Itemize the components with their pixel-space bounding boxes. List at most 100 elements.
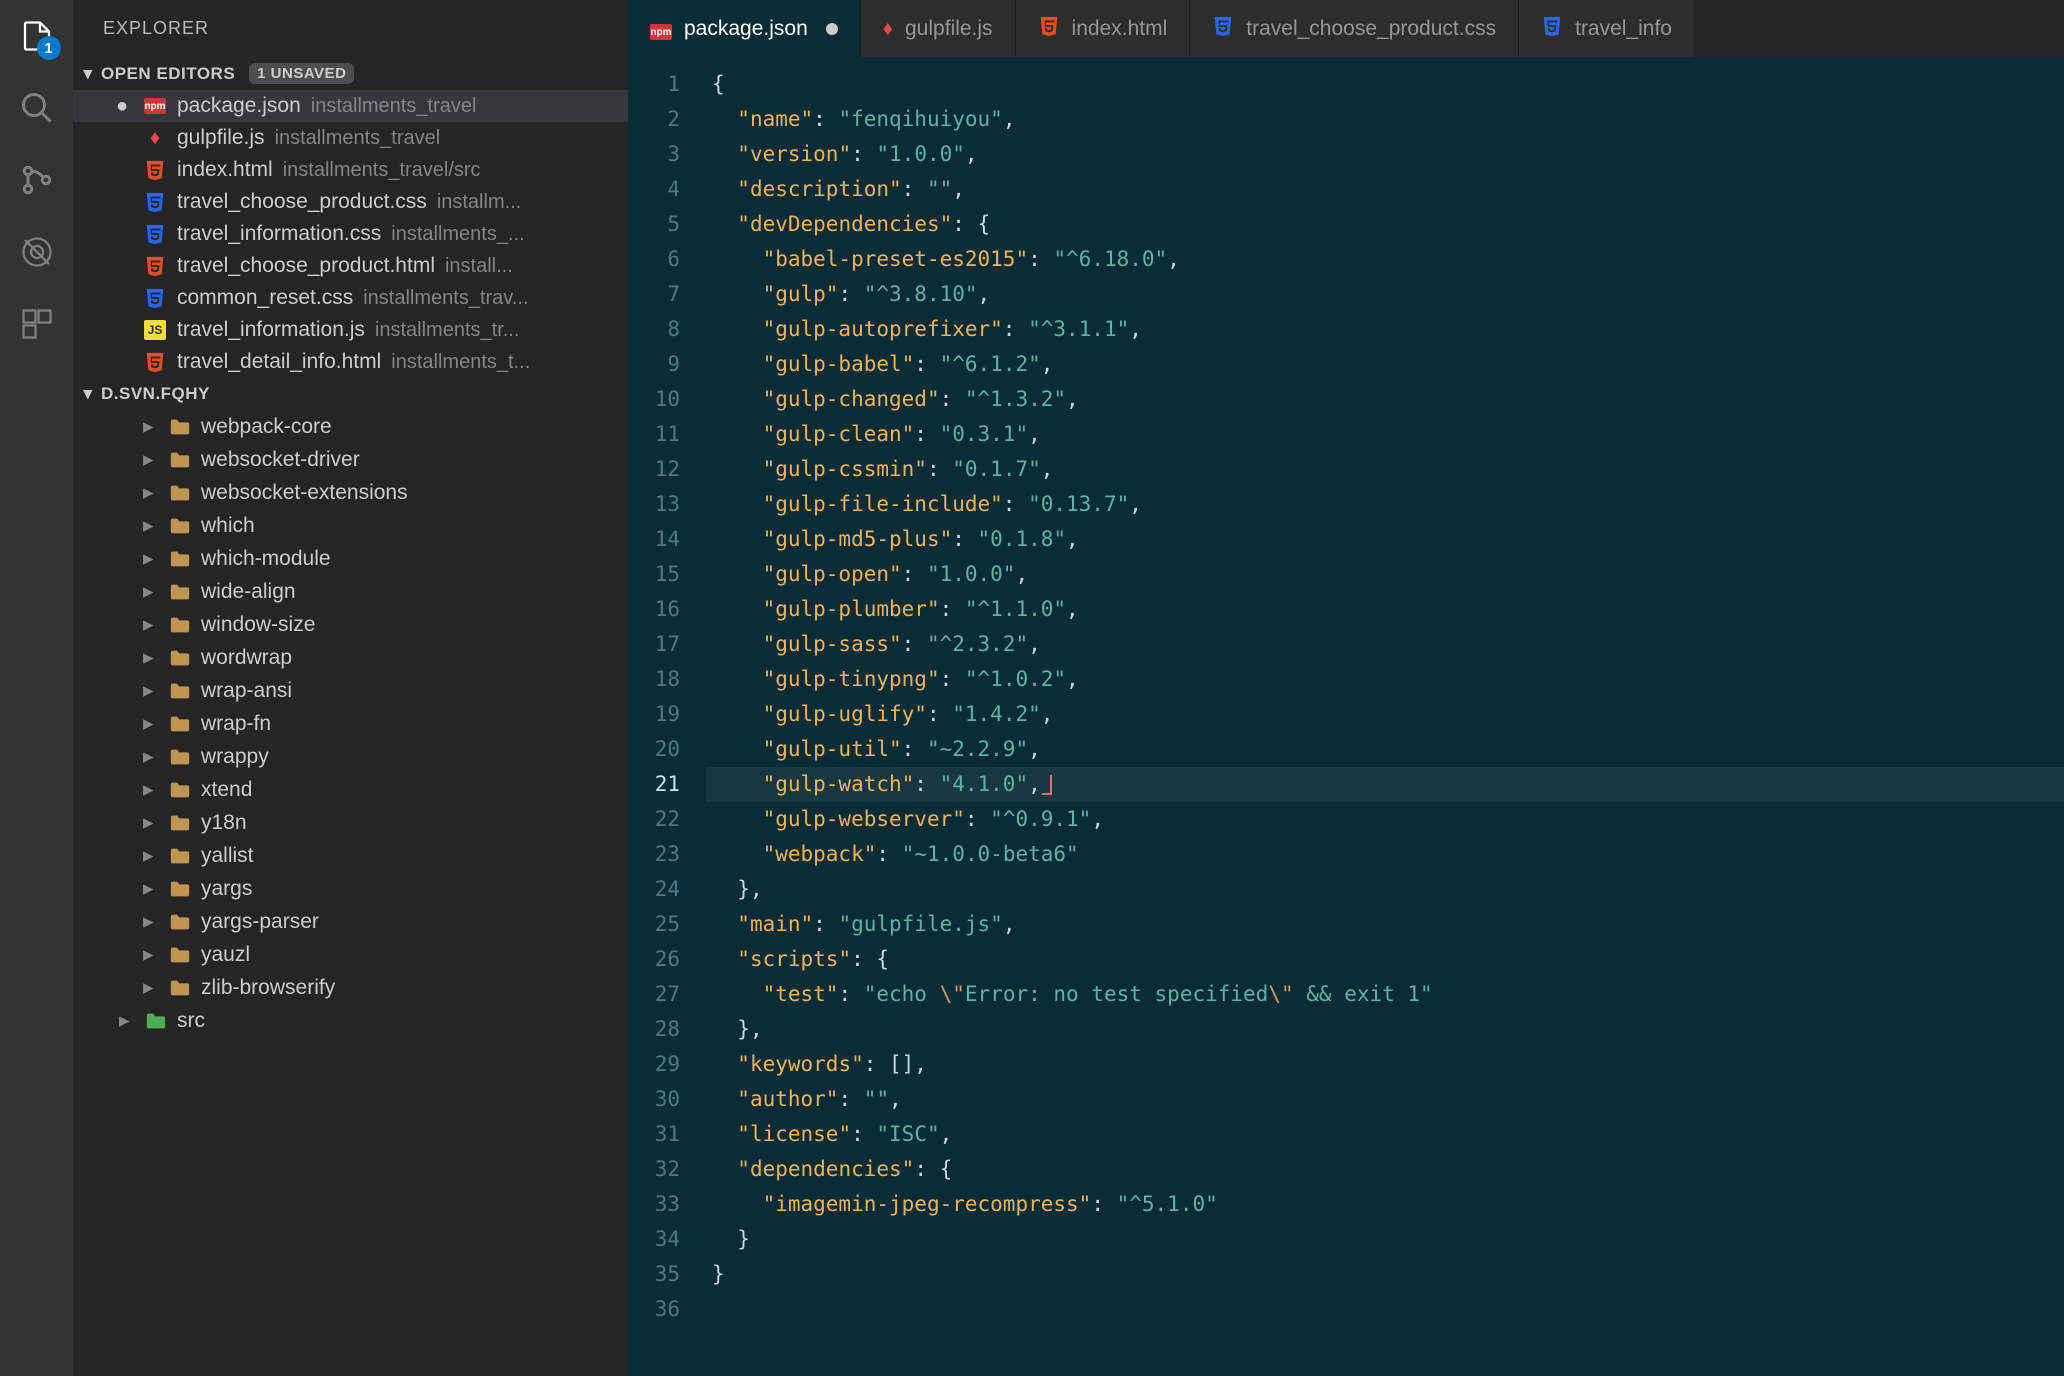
token-punc: : (914, 352, 939, 376)
token-key: "gulp-util" (763, 737, 902, 761)
folder-item[interactable]: ▸wrappy (73, 740, 628, 773)
unsaved-badge: 1 UNSAVED (249, 63, 354, 84)
folder-item[interactable]: ▸wrap-ansi (73, 674, 628, 707)
code-line[interactable]: "test": "echo \"Error: no test specified… (706, 977, 2064, 1012)
code-line[interactable]: } (706, 1222, 2064, 1257)
folder-item[interactable]: ▸xtend (73, 773, 628, 806)
token-key: "webpack" (763, 842, 877, 866)
token-punc: : (851, 1122, 876, 1146)
open-editor-item[interactable]: ♦gulpfile.jsinstallments_travel (73, 122, 628, 154)
code-line[interactable]: "gulp-util": "~2.2.9", (706, 732, 2064, 767)
code-line[interactable]: { (706, 67, 2064, 102)
folder-name: wide-align (201, 580, 296, 604)
code-line[interactable]: "imagemin-jpeg-recompress": "^5.1.0" (706, 1187, 2064, 1222)
code-line[interactable]: "scripts": { (706, 942, 2064, 977)
css-icon (1541, 15, 1563, 43)
editor-tab[interactable]: travel_choose_product.css (1190, 0, 1519, 57)
code-line[interactable]: "description": "", (706, 172, 2064, 207)
open-editor-item[interactable]: travel_detail_info.htmlinstallments_t... (73, 346, 628, 378)
code-line[interactable]: "license": "ISC", (706, 1117, 2064, 1152)
code-area[interactable]: 1234567891011121314151617181920212223242… (628, 57, 2064, 1376)
token-punc: , (1167, 247, 1180, 271)
folder-item[interactable]: ▸y18n (73, 806, 628, 839)
code-line[interactable]: "gulp-plumber": "^1.1.0", (706, 592, 2064, 627)
code-line[interactable]: "gulp-file-include": "0.13.7", (706, 487, 2064, 522)
open-editor-item[interactable]: index.htmlinstallments_travel/src (73, 154, 628, 186)
code-line[interactable]: "gulp-clean": "0.3.1", (706, 417, 2064, 452)
code-line[interactable]: "babel-preset-es2015": "^6.18.0", (706, 242, 2064, 277)
line-number: 17 (628, 627, 680, 662)
folder-item[interactable]: ▸wrap-fn (73, 707, 628, 740)
editor-tab[interactable]: index.html (1016, 0, 1191, 57)
folder-item[interactable]: ▸yallist (73, 839, 628, 872)
code-line[interactable]: "gulp-changed": "^1.3.2", (706, 382, 2064, 417)
code-line[interactable]: "gulp-babel": "^6.1.2", (706, 347, 2064, 382)
folder-item[interactable]: ▸webpack-core (73, 410, 628, 443)
token-str: "1.4.2" (952, 702, 1041, 726)
folder-item[interactable]: ▸wide-align (73, 575, 628, 608)
folder-item[interactable]: ▸websocket-driver (73, 443, 628, 476)
folder-item[interactable]: ▸websocket-extensions (73, 476, 628, 509)
file-path: installments_trav... (363, 287, 528, 310)
code-line[interactable]: "gulp-md5-plus": "0.1.8", (706, 522, 2064, 557)
folder-item[interactable]: ▸which (73, 509, 628, 542)
code-line[interactable]: }, (706, 872, 2064, 907)
folder-item[interactable]: ▸wordwrap (73, 641, 628, 674)
line-number: 21 (628, 767, 680, 802)
folder-item[interactable]: ▸yauzl (73, 938, 628, 971)
debug-icon[interactable] (16, 231, 58, 273)
folder-item-src[interactable]: ▸src (73, 1004, 628, 1037)
code-line[interactable]: "main": "gulpfile.js", (706, 907, 2064, 942)
folder-name: which-module (201, 547, 331, 571)
code-line[interactable]: "devDependencies": { (706, 207, 2064, 242)
token-punc: , (1028, 422, 1041, 446)
code-line[interactable]: "keywords": [], (706, 1047, 2064, 1082)
git-icon[interactable] (16, 159, 58, 201)
folder-item[interactable]: ▸which-module (73, 542, 628, 575)
code-line[interactable]: "gulp-webserver": "^0.9.1", (706, 802, 2064, 837)
chevron-right-icon: ▸ (143, 447, 159, 472)
file-path: installments_travel (311, 95, 477, 118)
folder-item[interactable]: ▸yargs (73, 872, 628, 905)
folder-item[interactable]: ▸zlib-browserify (73, 971, 628, 1004)
folder-item[interactable]: ▸window-size (73, 608, 628, 641)
code-line[interactable]: "name": "fenqihuiyou", (706, 102, 2064, 137)
code-line[interactable]: "gulp-autoprefixer": "^3.1.1", (706, 312, 2064, 347)
code-line[interactable]: "gulp-cssmin": "0.1.7", (706, 452, 2064, 487)
explorer-icon[interactable]: 1 (16, 15, 58, 57)
editor-tab[interactable]: travel_info (1519, 0, 1695, 57)
token-str: "^1.0.2" (965, 667, 1066, 691)
open-editor-item[interactable]: travel_choose_product.cssinstallm... (73, 186, 628, 218)
extensions-icon[interactable] (16, 303, 58, 345)
code-line[interactable]: "author": "", (706, 1082, 2064, 1117)
code-line[interactable]: "dependencies": { (706, 1152, 2064, 1187)
code-line[interactable]: "gulp-tinypng": "^1.0.2", (706, 662, 2064, 697)
code-line[interactable]: "gulp-sass": "^2.3.2", (706, 627, 2064, 662)
editor-tab[interactable]: ♦gulpfile.js (861, 0, 1016, 57)
code-line[interactable]: } (706, 1257, 2064, 1292)
editor-tab[interactable]: npmpackage.json (628, 0, 861, 57)
code-line[interactable]: "version": "1.0.0", (706, 137, 2064, 172)
code-line[interactable]: "gulp-watch": "4.1.0", (706, 767, 2064, 802)
folder-item[interactable]: ▸yargs-parser (73, 905, 628, 938)
open-editor-item[interactable]: ●npmpackage.jsoninstallments_travel (73, 90, 628, 122)
token-punc: , (1066, 387, 1079, 411)
search-icon[interactable] (16, 87, 58, 129)
code-line[interactable]: "gulp-open": "1.0.0", (706, 557, 2064, 592)
token-punc: : [], (864, 1052, 927, 1076)
code-line[interactable]: }, (706, 1012, 2064, 1047)
code-line[interactable]: "gulp": "^3.8.10", (706, 277, 2064, 312)
token-punc: : (1091, 1192, 1116, 1216)
open-editor-item[interactable]: common_reset.cssinstallments_trav... (73, 282, 628, 314)
project-header[interactable]: ▾ D.SVN.FQHY (73, 378, 628, 410)
open-editor-item[interactable]: travel_choose_product.htmlinstall... (73, 250, 628, 282)
code-line[interactable]: "webpack": "~1.0.0-beta6" (706, 837, 2064, 872)
code-line[interactable]: "gulp-uglify": "1.4.2", (706, 697, 2064, 732)
open-editors-header[interactable]: ▾ OPEN EDITORS 1 UNSAVED (73, 57, 628, 90)
open-editor-item[interactable]: JStravel_information.jsinstallments_tr..… (73, 314, 628, 346)
file-name: package.json (177, 94, 301, 118)
folder-name: wrappy (201, 745, 269, 769)
code-line[interactable] (706, 1292, 2064, 1327)
open-editor-item[interactable]: travel_information.cssinstallments_... (73, 218, 628, 250)
code-content[interactable]: { "name": "fenqihuiyou", "version": "1.0… (706, 67, 2064, 1376)
